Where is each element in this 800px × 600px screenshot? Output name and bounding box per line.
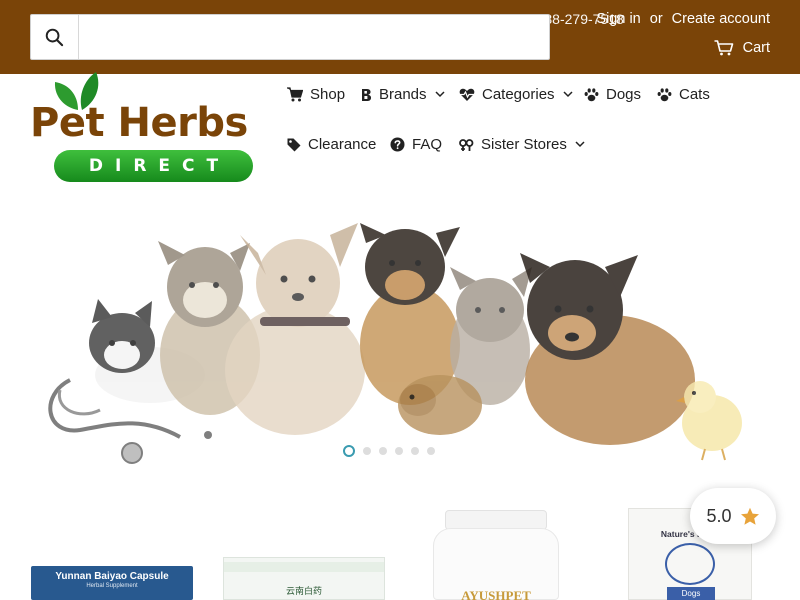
tag-icon <box>287 138 301 151</box>
cart-icon <box>714 40 733 56</box>
nav-shop[interactable]: Shop <box>287 86 345 103</box>
nav-faq[interactable]: FAQ <box>390 136 442 153</box>
paw-icon <box>584 87 599 101</box>
search-bar <box>30 14 550 60</box>
chevron-down-icon <box>575 141 585 148</box>
chevron-down-icon <box>563 91 573 98</box>
store-logo[interactable]: Pet Herbs DIRECT <box>28 72 280 184</box>
nav-label: Clearance <box>308 136 377 153</box>
product-card-yunnan-baiyao[interactable]: Yunnan Baiyao Capsule Herbal Supplement <box>31 566 193 600</box>
chick-illustration <box>676 381 742 461</box>
heartbeat-icon <box>459 88 475 101</box>
nav-sister-stores[interactable]: Sister Stores <box>459 136 585 153</box>
nav-label: Cats <box>679 86 710 103</box>
carousel-dot-3[interactable] <box>379 447 387 455</box>
account-links: Sign in or Create account <box>596 11 770 27</box>
nav-clearance[interactable]: Clearance <box>287 136 376 153</box>
rating-score: 5.0 <box>706 505 732 526</box>
carousel-dots <box>343 445 435 457</box>
search-input[interactable] <box>80 15 548 59</box>
logo-name: Pet Herbs <box>30 100 248 146</box>
nav-label: FAQ <box>412 136 443 153</box>
nav-cats[interactable]: Cats <box>657 86 710 103</box>
product-card-yunnan-baiyao-box[interactable]: 云南白药 <box>223 557 385 600</box>
carousel-dot-5[interactable] <box>411 447 419 455</box>
nav-categories[interactable]: Categories <box>459 86 573 103</box>
paw-icon <box>657 87 672 101</box>
carousel-dot-6[interactable] <box>427 447 435 455</box>
product-box-sublabel: Dogs <box>667 587 715 600</box>
shepherd-puppy-large-illustration <box>520 253 695 445</box>
product-box-label: AYUSHPET <box>461 588 531 600</box>
question-circle-icon <box>390 137 405 152</box>
carousel-dot-2[interactable] <box>363 447 371 455</box>
venus-mars-icon <box>459 138 474 151</box>
carousel-dot-4[interactable] <box>395 447 403 455</box>
product-box-sublabel: Herbal Supplement <box>86 583 138 589</box>
search-icon <box>45 28 64 46</box>
nav-label: Sister Stores <box>481 136 567 153</box>
star-icon <box>740 507 759 525</box>
tan-puppy-illustration <box>225 223 365 435</box>
logo-tagline: DIRECT <box>54 150 253 182</box>
product-box-label: 云南白药 <box>285 586 322 596</box>
nav-label: Shop <box>310 86 346 103</box>
top-bar: Free U.S. Shipping on orders $49+ | 1-88… <box>0 0 800 74</box>
cart-icon <box>287 87 303 102</box>
hero-banner-image[interactable] <box>40 205 760 480</box>
nav-label: Categories <box>482 86 555 103</box>
carousel-dot-1[interactable] <box>343 445 355 457</box>
cart-link[interactable]: Cart <box>714 40 770 56</box>
nav-brands[interactable]: Brands <box>361 86 445 103</box>
product-card-ayushpet[interactable]: AYUSHPET <box>433 510 559 600</box>
or-text: or <box>649 11 663 27</box>
product-box-label: Yunnan Baiyao Capsule <box>55 571 169 582</box>
nav-label: Brands <box>379 86 427 103</box>
search-button[interactable] <box>31 15 79 59</box>
create-account-link[interactable]: Create account <box>672 11 770 27</box>
sign-in-link[interactable]: Sign in <box>596 11 640 27</box>
rating-badge[interactable]: 5.0 <box>690 488 776 544</box>
nav-dogs[interactable]: Dogs <box>584 86 641 103</box>
bold-b-icon <box>362 88 372 101</box>
chevron-down-icon <box>435 91 445 98</box>
cart-label: Cart <box>742 40 770 56</box>
nav-label: Dogs <box>606 86 642 103</box>
guinea-pig-illustration <box>398 375 482 435</box>
